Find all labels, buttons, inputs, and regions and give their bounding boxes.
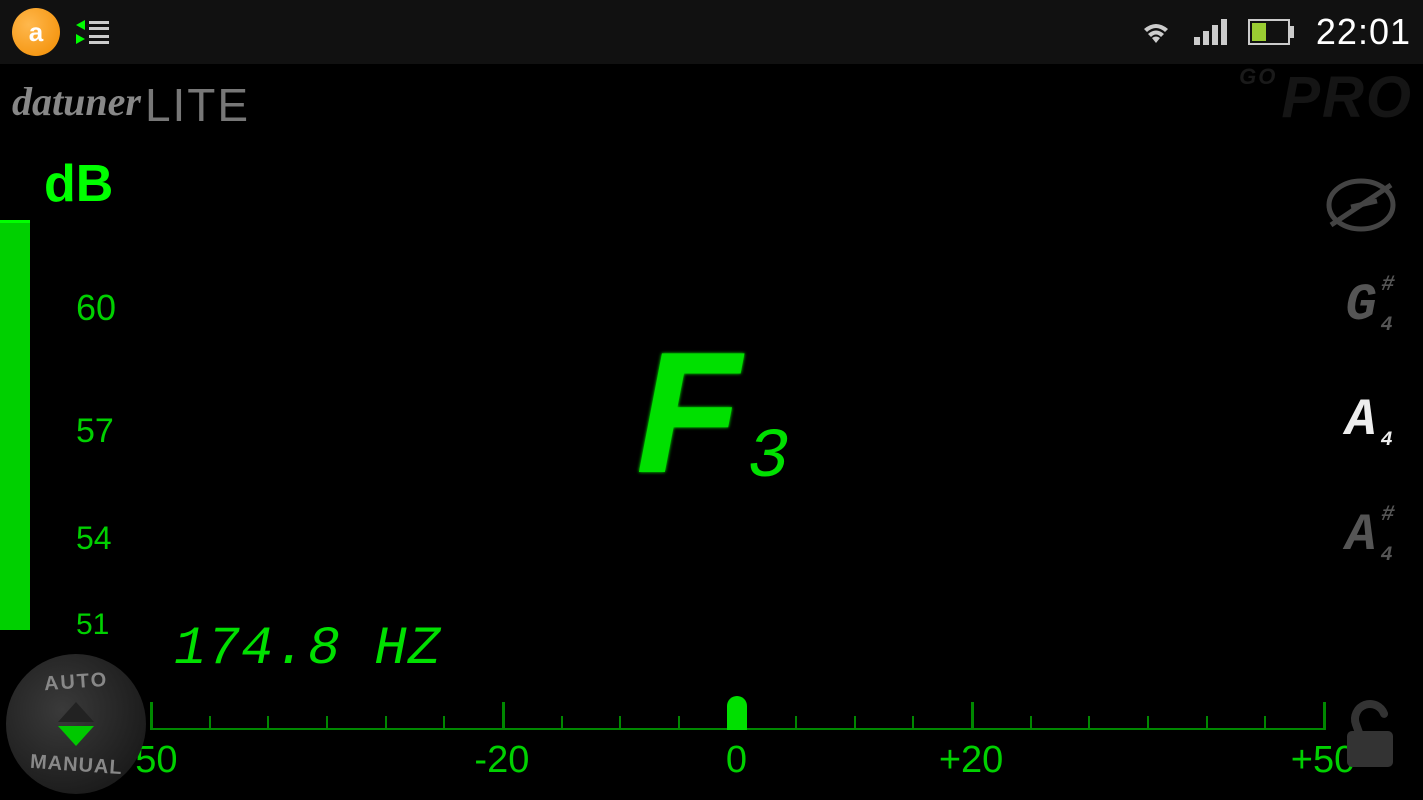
alt-notes-panel: G#4 A4 A#4 bbox=[1311, 170, 1411, 565]
status-bar: a 22:01 bbox=[0, 0, 1423, 64]
note-letter: F bbox=[633, 323, 741, 527]
db-tick: 51 bbox=[76, 610, 116, 640]
status-left: a bbox=[12, 8, 109, 56]
wifi-icon bbox=[1138, 17, 1174, 47]
cents-tick-minor bbox=[854, 716, 856, 730]
db-label: dB bbox=[44, 154, 113, 214]
cents-label: -20 bbox=[474, 739, 529, 782]
app-header: datuner LITE GOPRO bbox=[0, 64, 1423, 130]
mute-button[interactable] bbox=[1316, 170, 1406, 240]
mode-up-icon bbox=[58, 702, 94, 722]
alt-note-octave: 4 bbox=[1381, 314, 1393, 337]
main-area: dB 605754514845 F3 174.8 HZ -50-200+20+5… bbox=[0, 130, 1423, 800]
sharp-symbol: # bbox=[1381, 272, 1394, 297]
cents-tick-minor bbox=[912, 716, 914, 730]
cents-tick-minor bbox=[795, 716, 797, 730]
battery-icon bbox=[1248, 19, 1296, 45]
signal-icon bbox=[1194, 17, 1228, 47]
pro-label: PRO bbox=[1281, 65, 1413, 130]
cents-tick-minor bbox=[385, 716, 387, 730]
db-tick: 57 bbox=[76, 414, 116, 448]
cents-tick-minor bbox=[1030, 716, 1032, 730]
cents-tick-major bbox=[1323, 702, 1326, 730]
cents-tick-major bbox=[150, 702, 153, 730]
go-label: GO bbox=[1239, 64, 1277, 89]
alt-note-octave: 4 bbox=[1381, 544, 1393, 567]
cents-tick-minor bbox=[1147, 716, 1149, 730]
go-pro-button[interactable]: GOPRO bbox=[1239, 64, 1413, 131]
db-tick: 54 bbox=[76, 522, 116, 554]
alt-note[interactable]: A#4 bbox=[1345, 506, 1376, 565]
cents-tick-minor bbox=[1088, 716, 1090, 730]
brand-name: datuner bbox=[12, 78, 141, 125]
cents-tick-minor bbox=[326, 716, 328, 730]
status-right: 22:01 bbox=[1138, 11, 1411, 53]
cents-tick-major bbox=[971, 702, 974, 730]
cents-tick-minor bbox=[443, 716, 445, 730]
cents-label: +20 bbox=[939, 739, 1003, 782]
mode-auto-label: AUTO bbox=[43, 669, 109, 696]
db-tick: 60 bbox=[76, 290, 116, 326]
mode-dial[interactable]: AUTO MANUAL bbox=[6, 654, 146, 794]
cents-tick-minor bbox=[678, 716, 680, 730]
sort-icon bbox=[76, 20, 109, 44]
cents-tick-minor bbox=[1264, 716, 1266, 730]
alt-note-octave: 4 bbox=[1381, 429, 1393, 452]
mode-manual-label: MANUAL bbox=[29, 751, 123, 780]
frequency-readout: 174.8 HZ bbox=[174, 619, 441, 680]
alt-note[interactable]: A4 bbox=[1345, 391, 1376, 450]
cents-tick-minor bbox=[619, 716, 621, 730]
sharp-symbol: # bbox=[1381, 502, 1394, 527]
note-display: F3 bbox=[633, 323, 789, 527]
cents-label: 0 bbox=[726, 739, 747, 782]
cents-tick-minor bbox=[267, 716, 269, 730]
cents-indicator bbox=[727, 696, 747, 730]
cents-tick-minor bbox=[561, 716, 563, 730]
cents-scale: -50-200+20+50 bbox=[150, 692, 1323, 782]
mode-down-icon bbox=[58, 726, 94, 746]
cents-tick-major bbox=[502, 702, 505, 730]
note-octave: 3 bbox=[748, 419, 790, 498]
lock-button[interactable] bbox=[1335, 695, 1405, 780]
cents-tick-minor bbox=[1206, 716, 1208, 730]
db-meter-bar bbox=[0, 220, 30, 630]
app-icon: a bbox=[12, 8, 60, 56]
cents-tick-minor bbox=[209, 716, 211, 730]
alt-note[interactable]: G#4 bbox=[1345, 276, 1376, 335]
brand-edition: LITE bbox=[145, 78, 250, 132]
status-clock: 22:01 bbox=[1316, 11, 1411, 53]
